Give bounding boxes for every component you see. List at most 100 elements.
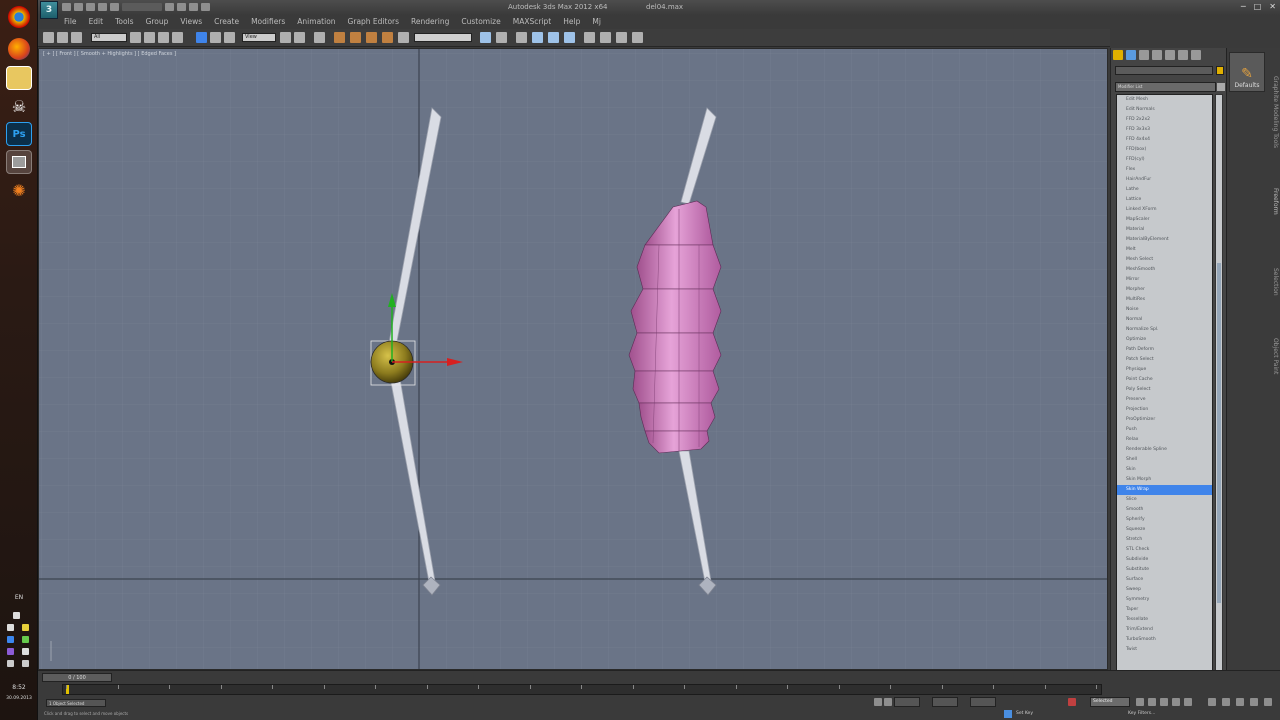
modifier-list-item[interactable]: Skin Morph xyxy=(1117,475,1212,485)
undo-icon[interactable] xyxy=(43,32,54,43)
z-coordinate-field[interactable] xyxy=(970,697,996,707)
viewport-label[interactable]: [ + ] [ Front ] [ Smooth + Highlights ] … xyxy=(43,51,176,57)
modifier-list[interactable]: Edit Mesh Edit Normals FFD 2x2x2 FFD 3x3x3 F… xyxy=(1116,94,1213,684)
modifier-list-item[interactable]: Spherify xyxy=(1117,515,1212,525)
mirror-icon[interactable] xyxy=(480,32,491,43)
close-icon[interactable]: ✕ xyxy=(1269,2,1276,11)
tray-icon[interactable] xyxy=(22,660,29,667)
lock-selection-icon[interactable] xyxy=(874,698,882,706)
modifier-list-item[interactable]: Optimize xyxy=(1117,335,1212,345)
link-icon[interactable] xyxy=(71,32,82,43)
modifier-list-item[interactable]: Substitute xyxy=(1117,565,1212,575)
tray-icon[interactable] xyxy=(13,612,20,619)
align-icon[interactable] xyxy=(496,32,507,43)
ribbon-tab-freeform[interactable]: Freeform xyxy=(1267,188,1279,238)
modifier-list-item[interactable]: Lattice xyxy=(1117,195,1212,205)
modifier-list-item[interactable]: Morpher xyxy=(1117,285,1212,295)
zoom-all-icon[interactable] xyxy=(1222,698,1230,706)
modifier-list-item[interactable]: Mesh Select xyxy=(1117,255,1212,265)
snap-icon[interactable] xyxy=(334,32,345,43)
project-folder-icon[interactable] xyxy=(165,3,174,11)
render-setup-icon[interactable] xyxy=(600,32,611,43)
modifier-list-item[interactable]: Smooth xyxy=(1117,505,1212,515)
modifier-list-item[interactable]: HairAndFur xyxy=(1117,175,1212,185)
next-frame-icon[interactable] xyxy=(1172,698,1180,706)
rendered-frame-icon[interactable] xyxy=(616,32,627,43)
fire-icon[interactable]: ✺ xyxy=(6,178,32,202)
modifier-list-item[interactable]: FFD(box) xyxy=(1117,145,1212,155)
material-editor-icon[interactable] xyxy=(584,32,595,43)
set-key-checkbox[interactable] xyxy=(1004,710,1012,718)
modifier-list-item[interactable]: FFD 3x3x3 xyxy=(1117,125,1212,135)
modifier-list-item[interactable]: Linked XForm xyxy=(1117,205,1212,215)
ribbon-tab-selection[interactable]: Selection xyxy=(1267,268,1279,318)
modifier-list-item[interactable]: Sweep xyxy=(1117,585,1212,595)
menu-group[interactable]: Group xyxy=(140,16,175,29)
named-selection-dropdown[interactable] xyxy=(414,33,472,42)
menu-help[interactable]: Help xyxy=(557,16,586,29)
modifier-list-item[interactable]: Skin Wrap xyxy=(1117,485,1212,495)
modifier-list-item[interactable]: Material xyxy=(1117,225,1212,235)
modifier-list-item[interactable]: Subdivide xyxy=(1117,555,1212,565)
modifier-list-item[interactable]: Taper xyxy=(1117,605,1212,615)
save-icon[interactable] xyxy=(86,3,95,11)
modifier-list-item[interactable]: Physique xyxy=(1117,365,1212,375)
modifier-list-item[interactable]: TurboSmooth xyxy=(1117,635,1212,645)
motion-tab-icon[interactable] xyxy=(1152,50,1162,60)
modifier-list-item[interactable]: Poly Select xyxy=(1117,385,1212,395)
modifier-list-item[interactable]: Noise xyxy=(1117,305,1212,315)
display-tab-icon[interactable] xyxy=(1165,50,1175,60)
tray-icon[interactable] xyxy=(7,624,14,631)
modifier-list-item[interactable]: Shell xyxy=(1117,455,1212,465)
modifier-list-item[interactable]: Preserve xyxy=(1117,395,1212,405)
modifier-list-item[interactable]: Normal xyxy=(1117,315,1212,325)
absolute-mode-icon[interactable] xyxy=(884,698,892,706)
tray-icon[interactable] xyxy=(7,648,14,655)
modifier-list-item[interactable]: Patch Select xyxy=(1117,355,1212,365)
menu-animation[interactable]: Animation xyxy=(291,16,341,29)
angle-snap-icon[interactable] xyxy=(350,32,361,43)
redo-icon[interactable] xyxy=(110,3,119,11)
modifier-list-item[interactable]: MeshSmooth xyxy=(1117,265,1212,275)
pan-icon[interactable] xyxy=(1236,698,1244,706)
object-color-swatch[interactable] xyxy=(1216,66,1224,75)
menu-file[interactable]: File xyxy=(58,16,83,29)
schematic-view-icon[interactable] xyxy=(564,32,575,43)
menu-mj[interactable]: Mj xyxy=(586,16,607,29)
menu-create[interactable]: Create xyxy=(208,16,245,29)
3dsmax-logo[interactable]: 3 xyxy=(40,1,58,19)
object-name-field[interactable] xyxy=(1115,66,1213,75)
tray-icon[interactable] xyxy=(22,624,29,631)
modifier-list-item[interactable]: Edit Mesh xyxy=(1117,95,1212,105)
modifier-list-item[interactable]: Lathe xyxy=(1117,185,1212,195)
explorer-icon[interactable] xyxy=(6,66,32,90)
workspace-dropdown[interactable] xyxy=(122,3,162,11)
selection-set-dropdown[interactable]: Selected xyxy=(1090,697,1130,707)
select-manipulate-icon[interactable] xyxy=(294,32,305,43)
modifier-list-item[interactable]: ProOptimizer xyxy=(1117,415,1212,425)
auto-key-button[interactable] xyxy=(1068,698,1076,706)
menu-rendering[interactable]: Rendering xyxy=(405,16,455,29)
tray-icon[interactable] xyxy=(22,648,29,655)
percent-snap-icon[interactable] xyxy=(366,32,377,43)
modifier-list-item[interactable]: Path Deform xyxy=(1117,345,1212,355)
spinner-snap-icon[interactable] xyxy=(382,32,393,43)
menu-modifiers[interactable]: Modifiers xyxy=(245,16,291,29)
minimize-icon[interactable]: ─ xyxy=(1241,2,1246,11)
create-tab-icon[interactable] xyxy=(1113,50,1123,60)
ribbon-tab-object-paint[interactable]: Object Paint xyxy=(1267,338,1279,398)
clock-time[interactable]: 8:52 xyxy=(0,684,38,691)
modifier-list-item[interactable]: Tessellate xyxy=(1117,615,1212,625)
open-file-icon[interactable] xyxy=(74,3,83,11)
time-slider[interactable]: 0 / 100 xyxy=(42,673,112,682)
modifier-list-dropdown[interactable]: Modifier List xyxy=(1115,82,1216,92)
language-indicator[interactable]: EN xyxy=(0,594,38,601)
new-file-icon[interactable] xyxy=(62,3,71,11)
firefox-icon[interactable] xyxy=(8,38,30,60)
curve-editor-icon[interactable] xyxy=(548,32,559,43)
rotate-icon[interactable] xyxy=(210,32,221,43)
menu-tools[interactable]: Tools xyxy=(109,16,139,29)
modifier-list-item[interactable]: STL Check xyxy=(1117,545,1212,555)
prev-frame-icon[interactable] xyxy=(1148,698,1156,706)
modifier-list-item[interactable]: Push xyxy=(1117,425,1212,435)
